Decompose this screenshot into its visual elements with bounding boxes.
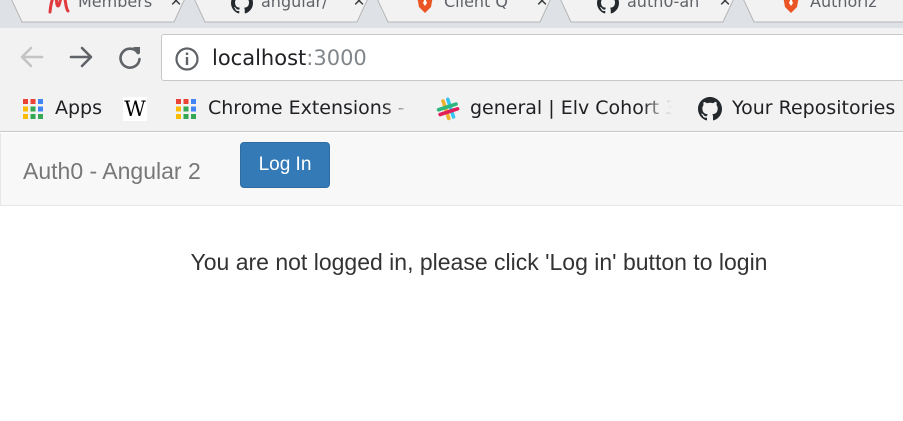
browser-toolbar: localhost:3000 [0, 28, 903, 86]
bookmark-chrome-extensions[interactable]: Chrome Extensions - F [174, 95, 412, 123]
apps-grid-icon [176, 99, 196, 119]
reload-button[interactable] [115, 42, 145, 72]
address-url[interactable]: localhost:3000 [212, 44, 367, 72]
browser-tab-angular[interactable]: angular/ ✕ [191, 0, 371, 28]
bookmark-your-repositories[interactable]: Your Repositories [698, 95, 903, 123]
bookmark-label: Apps [55, 97, 103, 119]
url-host: localhost [212, 46, 307, 70]
forward-button[interactable] [66, 42, 96, 72]
back-button[interactable] [17, 42, 47, 72]
navbar-brand[interactable]: Auth0 - Angular 2 [23, 157, 201, 185]
arrow-right-icon [69, 46, 93, 68]
auth0-icon [417, 0, 433, 13]
tab-title: Client Q [444, 0, 508, 11]
tab-title: angular/ [261, 0, 328, 11]
browser-tab-members[interactable]: Members ✕ [8, 0, 188, 28]
browser-tab-authorization[interactable]: Authoriz [740, 0, 903, 28]
url-port: :3000 [306, 46, 367, 70]
tab-title: Members [78, 0, 152, 11]
github-icon [698, 97, 722, 121]
reload-icon [119, 47, 141, 69]
browser-tab-strip: Members ✕ angular/ ✕ Client Q ✕ auth0-an… [0, 0, 903, 28]
slack-icon [436, 97, 460, 121]
bookmark-slack-general[interactable]: general | Elv Cohort 3 [436, 95, 672, 123]
github-icon [597, 0, 619, 14]
address-bar[interactable]: localhost:3000 [161, 34, 903, 81]
close-icon[interactable]: ✕ [168, 0, 184, 10]
browser-tab-client[interactable]: Client Q ✕ [374, 0, 554, 28]
close-icon[interactable]: ✕ [534, 0, 550, 10]
label-fade [642, 95, 672, 123]
bookmark-wikipedia[interactable]: W [123, 95, 153, 123]
info-icon[interactable] [174, 46, 200, 72]
app-navbar: Auth0 - Angular 2 Log In [0, 133, 903, 206]
close-icon[interactable]: ✕ [351, 0, 367, 10]
apps-grid-icon [23, 99, 43, 119]
arrow-left-icon [20, 46, 44, 68]
browser-tab-auth0-angular[interactable]: auth0-an ✕ [557, 0, 737, 28]
bookmark-label: Your Repositories [732, 97, 896, 119]
bookmark-apps[interactable]: Apps [21, 95, 111, 123]
label-fade [382, 95, 412, 123]
wikipedia-icon: W [123, 97, 147, 121]
login-button[interactable]: Log In [240, 142, 330, 188]
close-icon[interactable]: ✕ [717, 0, 733, 10]
meetup-icon [48, 0, 70, 14]
tab-title: Authoriz [810, 0, 877, 11]
login-prompt-message: You are not logged in, please click 'Log… [190, 249, 768, 275]
auth0-icon [783, 0, 799, 13]
github-icon [231, 0, 253, 14]
bookmarks-bar: Apps W Chrome Extensions - F general | E… [0, 86, 903, 132]
tab-title: auth0-an [627, 0, 700, 11]
